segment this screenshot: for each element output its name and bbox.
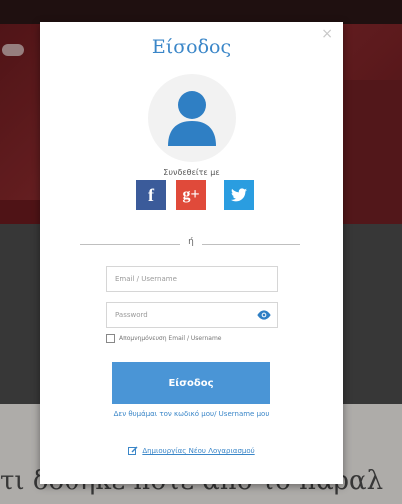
twitter-bird-icon	[231, 188, 247, 202]
divider-or: ή	[188, 237, 194, 247]
google-plus-icon: g+	[182, 186, 200, 203]
eye-icon[interactable]	[256, 309, 272, 321]
divider-line-left	[80, 244, 180, 245]
login-button[interactable]: Είσοδος	[112, 362, 270, 404]
email-input[interactable]: Email / Username	[106, 266, 278, 292]
facebook-icon: f	[148, 184, 154, 205]
avatar	[148, 74, 236, 162]
modal-title: Είσοδος	[151, 36, 232, 58]
remember-checkbox[interactable]	[106, 334, 115, 343]
forgot-password-link[interactable]: Δεν θυμάμαι τον κωδικό μου/ Username μου	[40, 410, 343, 418]
password-input[interactable]: Password	[106, 302, 278, 328]
twitter-button[interactable]	[224, 180, 254, 210]
create-account-label: Δημιουργίας Νέου Λογαριασμού	[142, 447, 255, 455]
user-silhouette-icon	[168, 91, 216, 146]
divider-line-right	[202, 244, 300, 245]
google-plus-button[interactable]: g+	[176, 180, 206, 210]
create-account-link[interactable]: Δημιουργίας Νέου Λογαριασμού	[40, 446, 343, 456]
remember-me[interactable]: Απομνημόνευση Email / Username	[106, 334, 222, 343]
remember-label: Απομνημόνευση Email / Username	[119, 335, 222, 342]
login-modal: × Είσοδος Συνδεθείτε με f g+ ή Email / U…	[40, 22, 343, 484]
facebook-button[interactable]: f	[136, 180, 166, 210]
edit-icon	[128, 446, 138, 455]
connect-with-label: Συνδεθείτε με	[163, 168, 220, 177]
